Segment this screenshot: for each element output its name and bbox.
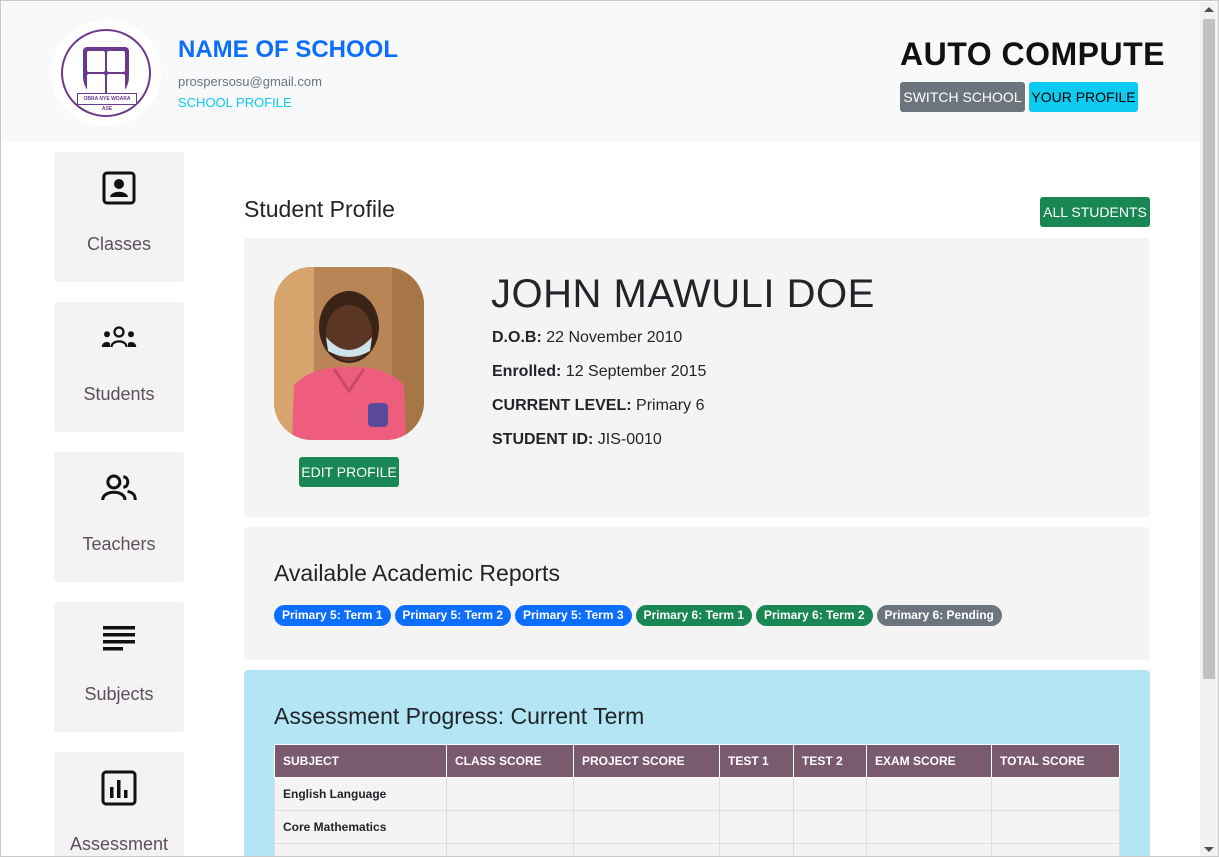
subject-cell: Core Mathematics <box>274 810 447 844</box>
report-badges: Primary 5: Term 1 Primary 5: Term 2 Prim… <box>274 605 1002 626</box>
enrolled-label: Enrolled: <box>492 363 562 380</box>
all-students-button[interactable]: ALL STUDENTS <box>1040 197 1150 227</box>
dob-value: 22 November 2010 <box>546 329 683 346</box>
school-email: prospersosu@gmail.com <box>178 74 322 89</box>
reports-title: Available Academic Reports <box>274 560 560 586</box>
score-cell <box>866 843 992 856</box>
subject-cell: English Language <box>274 777 447 811</box>
score-cell <box>573 843 720 856</box>
sidebar-item-assessment[interactable]: Assessment <box>54 752 184 856</box>
person-badge-icon <box>101 170 137 206</box>
column-header: TEST 1 <box>719 744 794 778</box>
score-cell <box>793 777 867 811</box>
report-badge[interactable]: Primary 5: Term 1 <box>274 605 391 626</box>
assessment-table: SUBJECT CLASS SCORE PROJECT SCORE TEST 1… <box>274 744 1120 856</box>
sidebar-item-subjects[interactable]: Subjects <box>54 602 184 732</box>
student-photo <box>274 267 424 440</box>
score-cell <box>866 777 992 811</box>
column-header: EXAM SCORE <box>866 744 992 778</box>
score-cell <box>991 777 1120 811</box>
header: OBRA NYE WOARA ASE NAME OF SCHOOL prospe… <box>2 2 1200 142</box>
sidebar-item-teachers[interactable]: Teachers <box>54 452 184 582</box>
browser-frame: OBRA NYE WOARA ASE NAME OF SCHOOL prospe… <box>0 0 1219 857</box>
student-name: JOHN MAWULI DOE <box>491 272 875 316</box>
people-group-icon <box>101 320 137 356</box>
level-label: CURRENT LEVEL: <box>492 397 632 414</box>
level-value: Primary 6 <box>636 397 705 414</box>
column-header: CLASS SCORE <box>446 744 574 778</box>
subject-cell <box>274 843 447 856</box>
student-enrolled: Enrolled: 12 September 2015 <box>492 363 706 381</box>
school-crest: OBRA NYE WOARA ASE <box>61 29 151 117</box>
score-cell <box>573 810 720 844</box>
report-badge[interactable]: Primary 5: Term 2 <box>394 605 511 626</box>
school-profile-link[interactable]: SCHOOL PROFILE <box>178 95 292 110</box>
crest-motto: OBRA NYE WOARA ASE <box>77 93 137 112</box>
vertical-scrollbar[interactable] <box>1200 2 1218 856</box>
id-value: JIS-0010 <box>597 431 662 448</box>
crest-shield <box>83 47 129 99</box>
score-cell <box>719 843 794 856</box>
score-cell <box>793 843 867 856</box>
scrollbar-thumb[interactable] <box>1203 19 1215 679</box>
score-cell <box>991 843 1120 856</box>
your-profile-button[interactable]: YOUR PROFILE <box>1029 82 1138 112</box>
school-logo: OBRA NYE WOARA ASE <box>51 20 161 126</box>
column-header: PROJECT SCORE <box>573 744 720 778</box>
bar-chart-icon <box>101 770 137 806</box>
assessment-title: Assessment Progress: Current Term <box>274 703 645 729</box>
score-cell <box>446 777 574 811</box>
dob-label: D.O.B: <box>492 329 542 346</box>
list-lines-icon <box>101 620 137 656</box>
table-row <box>274 843 1120 856</box>
sidebar-item-classes[interactable]: Classes <box>54 152 184 282</box>
table-row: Core Mathematics <box>274 810 1120 844</box>
sidebar-item-students[interactable]: Students <box>54 302 184 432</box>
score-cell <box>991 810 1120 844</box>
table-row: English Language <box>274 777 1120 811</box>
app-title: AUTO COMPUTE <box>900 36 1165 72</box>
scroll-up-icon[interactable] <box>1204 7 1214 12</box>
column-header: TOTAL SCORE <box>991 744 1120 778</box>
school-name: NAME OF SCHOOL <box>178 36 398 63</box>
student-id: STUDENT ID: JIS-0010 <box>492 431 662 449</box>
sidebar-item-label: Classes <box>86 234 152 254</box>
score-cell <box>573 777 720 811</box>
edit-profile-button[interactable]: EDIT PROFILE <box>299 457 399 487</box>
column-header: SUBJECT <box>274 744 447 778</box>
report-badge[interactable]: Primary 6: Term 2 <box>756 605 873 626</box>
table-header-row: SUBJECT CLASS SCORE PROJECT SCORE TEST 1… <box>274 744 1120 778</box>
column-header: TEST 2 <box>793 744 867 778</box>
id-label: STUDENT ID: <box>492 431 594 448</box>
student-level: CURRENT LEVEL: Primary 6 <box>492 397 704 415</box>
score-cell <box>446 843 574 856</box>
sidebar-item-label: Subjects <box>84 684 154 704</box>
sidebar-item-label: Teachers <box>82 534 156 554</box>
score-cell <box>719 810 794 844</box>
page-viewport: OBRA NYE WOARA ASE NAME OF SCHOOL prospe… <box>2 2 1200 856</box>
score-cell <box>866 810 992 844</box>
scroll-down-icon[interactable] <box>1204 847 1214 852</box>
student-dob: D.O.B: 22 November 2010 <box>492 329 682 347</box>
report-badge[interactable]: Primary 5: Term 3 <box>515 605 632 626</box>
people-icon <box>101 470 137 506</box>
report-badge[interactable]: Primary 6: Term 1 <box>635 605 752 626</box>
score-cell <box>446 810 574 844</box>
enrolled-value: 12 September 2015 <box>565 363 707 380</box>
sidebar-item-label: Students <box>83 384 155 404</box>
switch-school-button[interactable]: SWITCH SCHOOL <box>900 82 1025 112</box>
page-title: Student Profile <box>244 196 395 222</box>
report-badge[interactable]: Primary 6: Pending <box>876 605 1002 626</box>
assessment-progress-card: Assessment Progress: Current Term SUBJEC… <box>244 670 1150 856</box>
score-cell <box>793 810 867 844</box>
academic-reports-card: Available Academic Reports Primary 5: Te… <box>244 527 1150 660</box>
student-profile-card: EDIT PROFILE JOHN MAWULI DOE D.O.B: 22 N… <box>244 238 1150 517</box>
sidebar-item-label: Assessment <box>69 834 169 854</box>
score-cell <box>719 777 794 811</box>
